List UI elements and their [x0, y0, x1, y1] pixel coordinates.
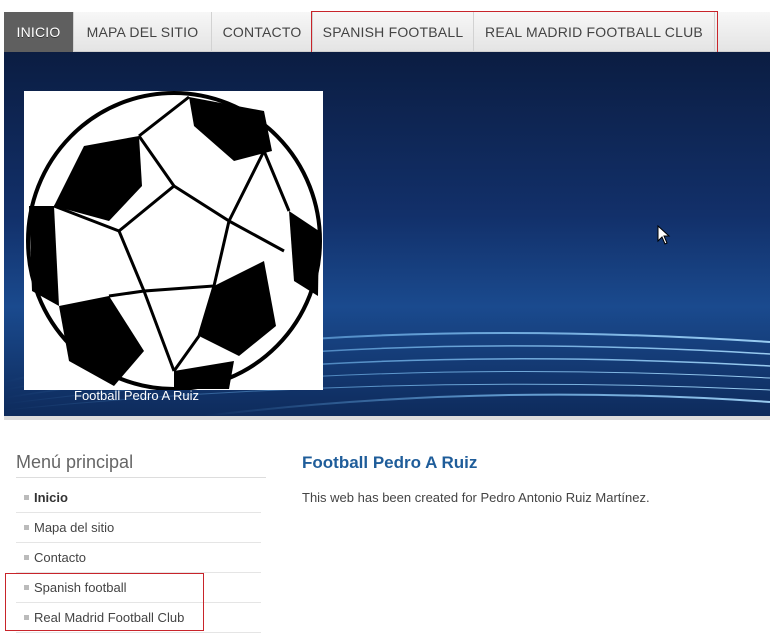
bullet-icon — [24, 495, 29, 501]
bullet-icon — [24, 555, 29, 561]
banner-caption: Football Pedro A Ruiz — [74, 388, 200, 403]
top-nav: INICIO MAPA DEL SITIO CONTACTO SPANISH F… — [4, 12, 770, 52]
mouse-cursor-icon — [657, 225, 671, 245]
header-banner: Football Pedro A Ruiz — [4, 52, 770, 416]
sidebar-item-label: Inicio — [34, 490, 68, 505]
nav-item-spanish-football[interactable]: SPANISH FOOTBALL — [313, 12, 474, 52]
site-logo[interactable] — [24, 91, 323, 391]
sidebar-title-divider — [16, 477, 266, 478]
bullet-icon — [24, 525, 29, 531]
sidebar-item-label: Mapa del sitio — [34, 520, 115, 535]
nav-item-inicio[interactable]: INICIO — [4, 12, 74, 52]
bullet-icon — [24, 585, 29, 591]
sidebar-item-real-madrid[interactable]: Real Madrid Football Club — [16, 603, 261, 633]
sidebar-item-inicio[interactable]: Inicio — [16, 483, 261, 513]
page-body-text: This web has been created for Pedro Anto… — [302, 490, 650, 505]
sidebar-item-mapa-del-sitio[interactable]: Mapa del sitio — [16, 513, 261, 543]
sidebar-item-label: Real Madrid Football Club — [34, 610, 185, 625]
nav-item-mapa-del-sitio[interactable]: MAPA DEL SITIO — [74, 12, 212, 52]
nav-item-real-madrid[interactable]: REAL MADRID FOOTBALL CLUB — [474, 12, 715, 52]
sidebar-item-contacto[interactable]: Contacto — [16, 543, 261, 573]
banner-bottom-border — [4, 416, 770, 420]
bullet-icon — [24, 615, 29, 621]
soccer-ball-icon — [26, 91, 322, 391]
nav-item-contacto[interactable]: CONTACTO — [212, 12, 313, 52]
sidebar-item-label: Contacto — [34, 550, 87, 565]
page-title: Football Pedro A Ruiz — [302, 453, 478, 472]
sidebar-item-spanish-football[interactable]: Spanish football — [16, 573, 261, 603]
sidebar-title: Menú principal — [16, 452, 134, 472]
sidebar-item-label: Spanish football — [34, 580, 127, 595]
